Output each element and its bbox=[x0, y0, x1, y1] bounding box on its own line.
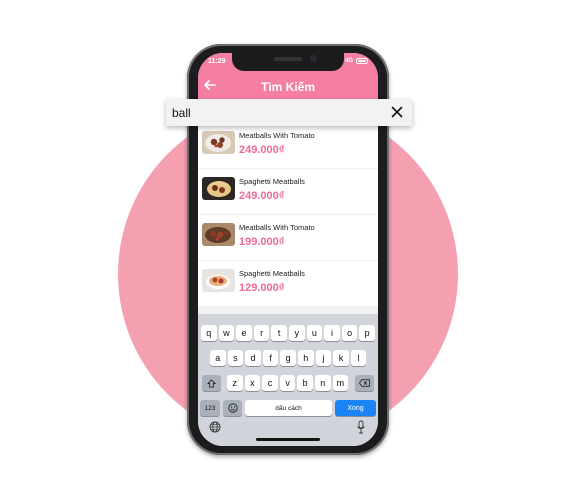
key-w[interactable]: w bbox=[218, 325, 235, 341]
key-b[interactable]: b bbox=[297, 375, 313, 391]
key-e[interactable]: e bbox=[236, 325, 252, 341]
item-name: Spaghetti Meatballs bbox=[239, 177, 305, 186]
list-item[interactable]: Spaghetti Meatballs 129.000₫ bbox=[198, 261, 378, 307]
key-l[interactable]: l bbox=[350, 350, 367, 366]
key-n[interactable]: n bbox=[315, 375, 331, 391]
search-input[interactable] bbox=[172, 103, 372, 122]
phone-notch bbox=[232, 53, 344, 71]
key-g[interactable]: g bbox=[280, 350, 296, 366]
key-p[interactable]: p bbox=[359, 325, 375, 341]
item-price: 249.000₫ bbox=[239, 144, 285, 156]
close-icon[interactable] bbox=[390, 105, 404, 119]
network-type: 4G bbox=[344, 57, 353, 64]
page-title: Tìm Kiếm bbox=[260, 80, 315, 94]
globe-icon[interactable] bbox=[209, 421, 221, 433]
key-x[interactable]: x bbox=[244, 375, 261, 391]
key-q[interactable]: q bbox=[201, 325, 217, 341]
emoji-key[interactable] bbox=[223, 400, 242, 416]
list-item[interactable]: Spaghetti Meatballs 249.000₫ bbox=[198, 169, 378, 215]
key-m[interactable]: m bbox=[332, 375, 349, 391]
spaghetti-meatballs-thumbnail bbox=[202, 269, 235, 292]
key-y[interactable]: y bbox=[289, 325, 305, 341]
meatballs-tomato-thumbnail bbox=[202, 223, 235, 246]
shift-key[interactable] bbox=[202, 375, 221, 391]
key-r[interactable]: r bbox=[253, 325, 270, 341]
key-h[interactable]: h bbox=[298, 350, 314, 366]
home-indicator bbox=[256, 438, 320, 441]
key-j[interactable]: j bbox=[315, 350, 332, 366]
list-item[interactable]: Meatballs With Tomato 199.000₫ bbox=[198, 215, 378, 261]
item-price: 249.000₫ bbox=[239, 190, 285, 202]
key-k[interactable]: k bbox=[333, 350, 349, 366]
key-d[interactable]: d bbox=[245, 350, 261, 366]
key-v[interactable]: v bbox=[279, 375, 296, 391]
microphone-icon[interactable] bbox=[356, 420, 366, 434]
item-name: Spaghetti Meatballs bbox=[239, 269, 305, 278]
search-bar bbox=[166, 99, 412, 126]
emoji-icon bbox=[227, 403, 238, 413]
key-i[interactable]: i bbox=[324, 325, 340, 341]
key-a[interactable]: a bbox=[210, 350, 226, 366]
backspace-icon bbox=[359, 379, 370, 387]
battery-icon bbox=[356, 57, 368, 64]
key-u[interactable]: u bbox=[306, 325, 323, 341]
key-c[interactable]: c bbox=[262, 375, 278, 391]
item-name: Meatballs With Tomato bbox=[239, 131, 315, 140]
shift-icon bbox=[207, 378, 216, 388]
item-price: 199.000₫ bbox=[239, 236, 285, 248]
meatballs-tomato-thumbnail bbox=[202, 131, 235, 154]
key-t[interactable]: t bbox=[271, 325, 287, 341]
key-s[interactable]: s bbox=[227, 350, 244, 366]
results-list: Meatballs With Tomato 249.000₫ Spaghetti… bbox=[198, 123, 378, 307]
numbers-key[interactable]: 123 bbox=[200, 400, 220, 416]
item-name: Meatballs With Tomato bbox=[239, 223, 315, 232]
list-item[interactable]: Meatballs With Tomato 249.000₫ bbox=[198, 123, 378, 169]
item-price: 129.000₫ bbox=[239, 282, 285, 294]
status-time: 11:29 bbox=[208, 58, 226, 65]
key-z[interactable]: z bbox=[227, 375, 243, 391]
on-screen-keyboard: 123 dấu cách Xong qwertyuiop asdfghjkl zxc… bbox=[198, 314, 378, 446]
speaker-grille bbox=[274, 57, 302, 61]
return-key[interactable]: Xong bbox=[335, 400, 376, 416]
key-o[interactable]: o bbox=[341, 325, 358, 341]
spaghetti-meatballs-thumbnail bbox=[202, 177, 235, 200]
space-key[interactable]: dấu cách bbox=[245, 400, 332, 416]
key-f[interactable]: f bbox=[262, 350, 279, 366]
front-camera bbox=[310, 55, 317, 62]
delete-key[interactable] bbox=[355, 375, 374, 391]
